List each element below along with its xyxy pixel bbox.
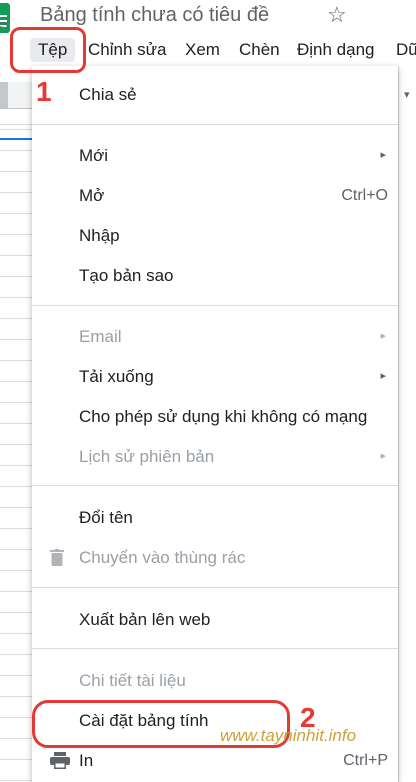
menu-item-label: Xuất bản lên web	[79, 610, 211, 629]
menu-item-label: Cho phép sử dụng khi không có mạng	[79, 407, 368, 426]
menu-item-label: In	[79, 751, 94, 770]
chevron-down-icon[interactable]: ▾	[404, 88, 410, 101]
menu-insert[interactable]: Chèn	[239, 40, 280, 60]
menu-item-new[interactable]: Mới ▸	[32, 139, 398, 173]
menu-item-label: Chi tiết tài liệu	[79, 671, 186, 690]
menu-item-label: Tải xuống	[79, 367, 154, 386]
menu-divider	[32, 124, 398, 125]
menu-item-open[interactable]: Mở Ctrl+O	[32, 179, 398, 213]
sheet-grid[interactable]	[0, 66, 32, 782]
menu-item-offline[interactable]: Cho phép sử dụng khi không có mạng	[32, 400, 398, 434]
undo-icon[interactable]: ↶	[0, 18, 9, 39]
menu-item-publish-web[interactable]: Xuất bản lên web	[32, 603, 398, 637]
file-menu-dropdown: Chia sẻ Mới ▸ Mở Ctrl+O Nhập Tạo bản sao…	[32, 66, 398, 782]
toolbar-right	[398, 66, 416, 782]
menu-item-label: Chuyển vào thùng rác	[79, 548, 246, 567]
menu-item-download[interactable]: Tải xuống ▸	[32, 360, 398, 394]
shortcut-label: Ctrl+O	[341, 187, 388, 204]
menu-divider	[32, 587, 398, 588]
menu-item-document-details[interactable]: Chi tiết tài liệu	[32, 664, 398, 698]
menu-data[interactable]: Dữ	[396, 40, 416, 60]
menu-item-import[interactable]: Nhập	[32, 219, 398, 253]
submenu-arrow-icon: ▸	[380, 149, 386, 161]
menu-item-label: Chia sẻ	[79, 85, 137, 104]
menu-item-move-to-trash[interactable]: Chuyển vào thùng rác	[32, 541, 398, 575]
menu-divider	[32, 648, 398, 649]
menu-item-share[interactable]: Chia sẻ	[32, 78, 398, 112]
menu-item-label: Mới	[79, 146, 109, 165]
menu-item-version-history[interactable]: Lịch sử phiên bản ▸	[32, 440, 398, 474]
watermark: www.tayninhit.info	[220, 726, 357, 745]
menu-view[interactable]: Xem	[185, 40, 220, 60]
menu-item-label: Đổi tên	[79, 508, 133, 527]
annotation-step-1: 1	[36, 76, 52, 107]
submenu-arrow-icon: ▸	[380, 370, 386, 382]
star-icon[interactable]: ☆	[327, 2, 347, 28]
menu-item-label: Lịch sử phiên bản	[79, 447, 215, 466]
annotation-box-file-menu	[10, 27, 86, 73]
submenu-arrow-icon: ▸	[380, 330, 386, 342]
menu-item-make-copy[interactable]: Tạo bản sao	[32, 259, 398, 293]
menu-item-rename[interactable]: Đổi tên	[32, 501, 398, 535]
submenu-arrow-icon: ▸	[380, 450, 386, 462]
menu-item-label: Tạo bản sao	[79, 266, 174, 285]
trash-icon	[50, 549, 64, 571]
menu-edit[interactable]: Chỉnh sửa	[88, 40, 166, 60]
column-header-selected	[0, 82, 8, 108]
menu-item-email[interactable]: Email ▸	[32, 320, 398, 354]
document-title[interactable]: Bảng tính chưa có tiêu đề	[40, 4, 269, 27]
cell-selection	[0, 138, 32, 140]
shortcut-label: Ctrl+P	[343, 752, 388, 769]
menu-item-label: Nhập	[79, 226, 120, 245]
menu-format[interactable]: Định dạng	[297, 40, 375, 60]
menu-item-label: Email	[79, 327, 122, 346]
menu-item-label: Mở	[79, 186, 105, 205]
printer-icon	[50, 752, 70, 774]
menu-divider	[32, 305, 398, 306]
menu-divider	[32, 485, 398, 486]
menu-item-print[interactable]: In Ctrl+P	[32, 744, 398, 778]
